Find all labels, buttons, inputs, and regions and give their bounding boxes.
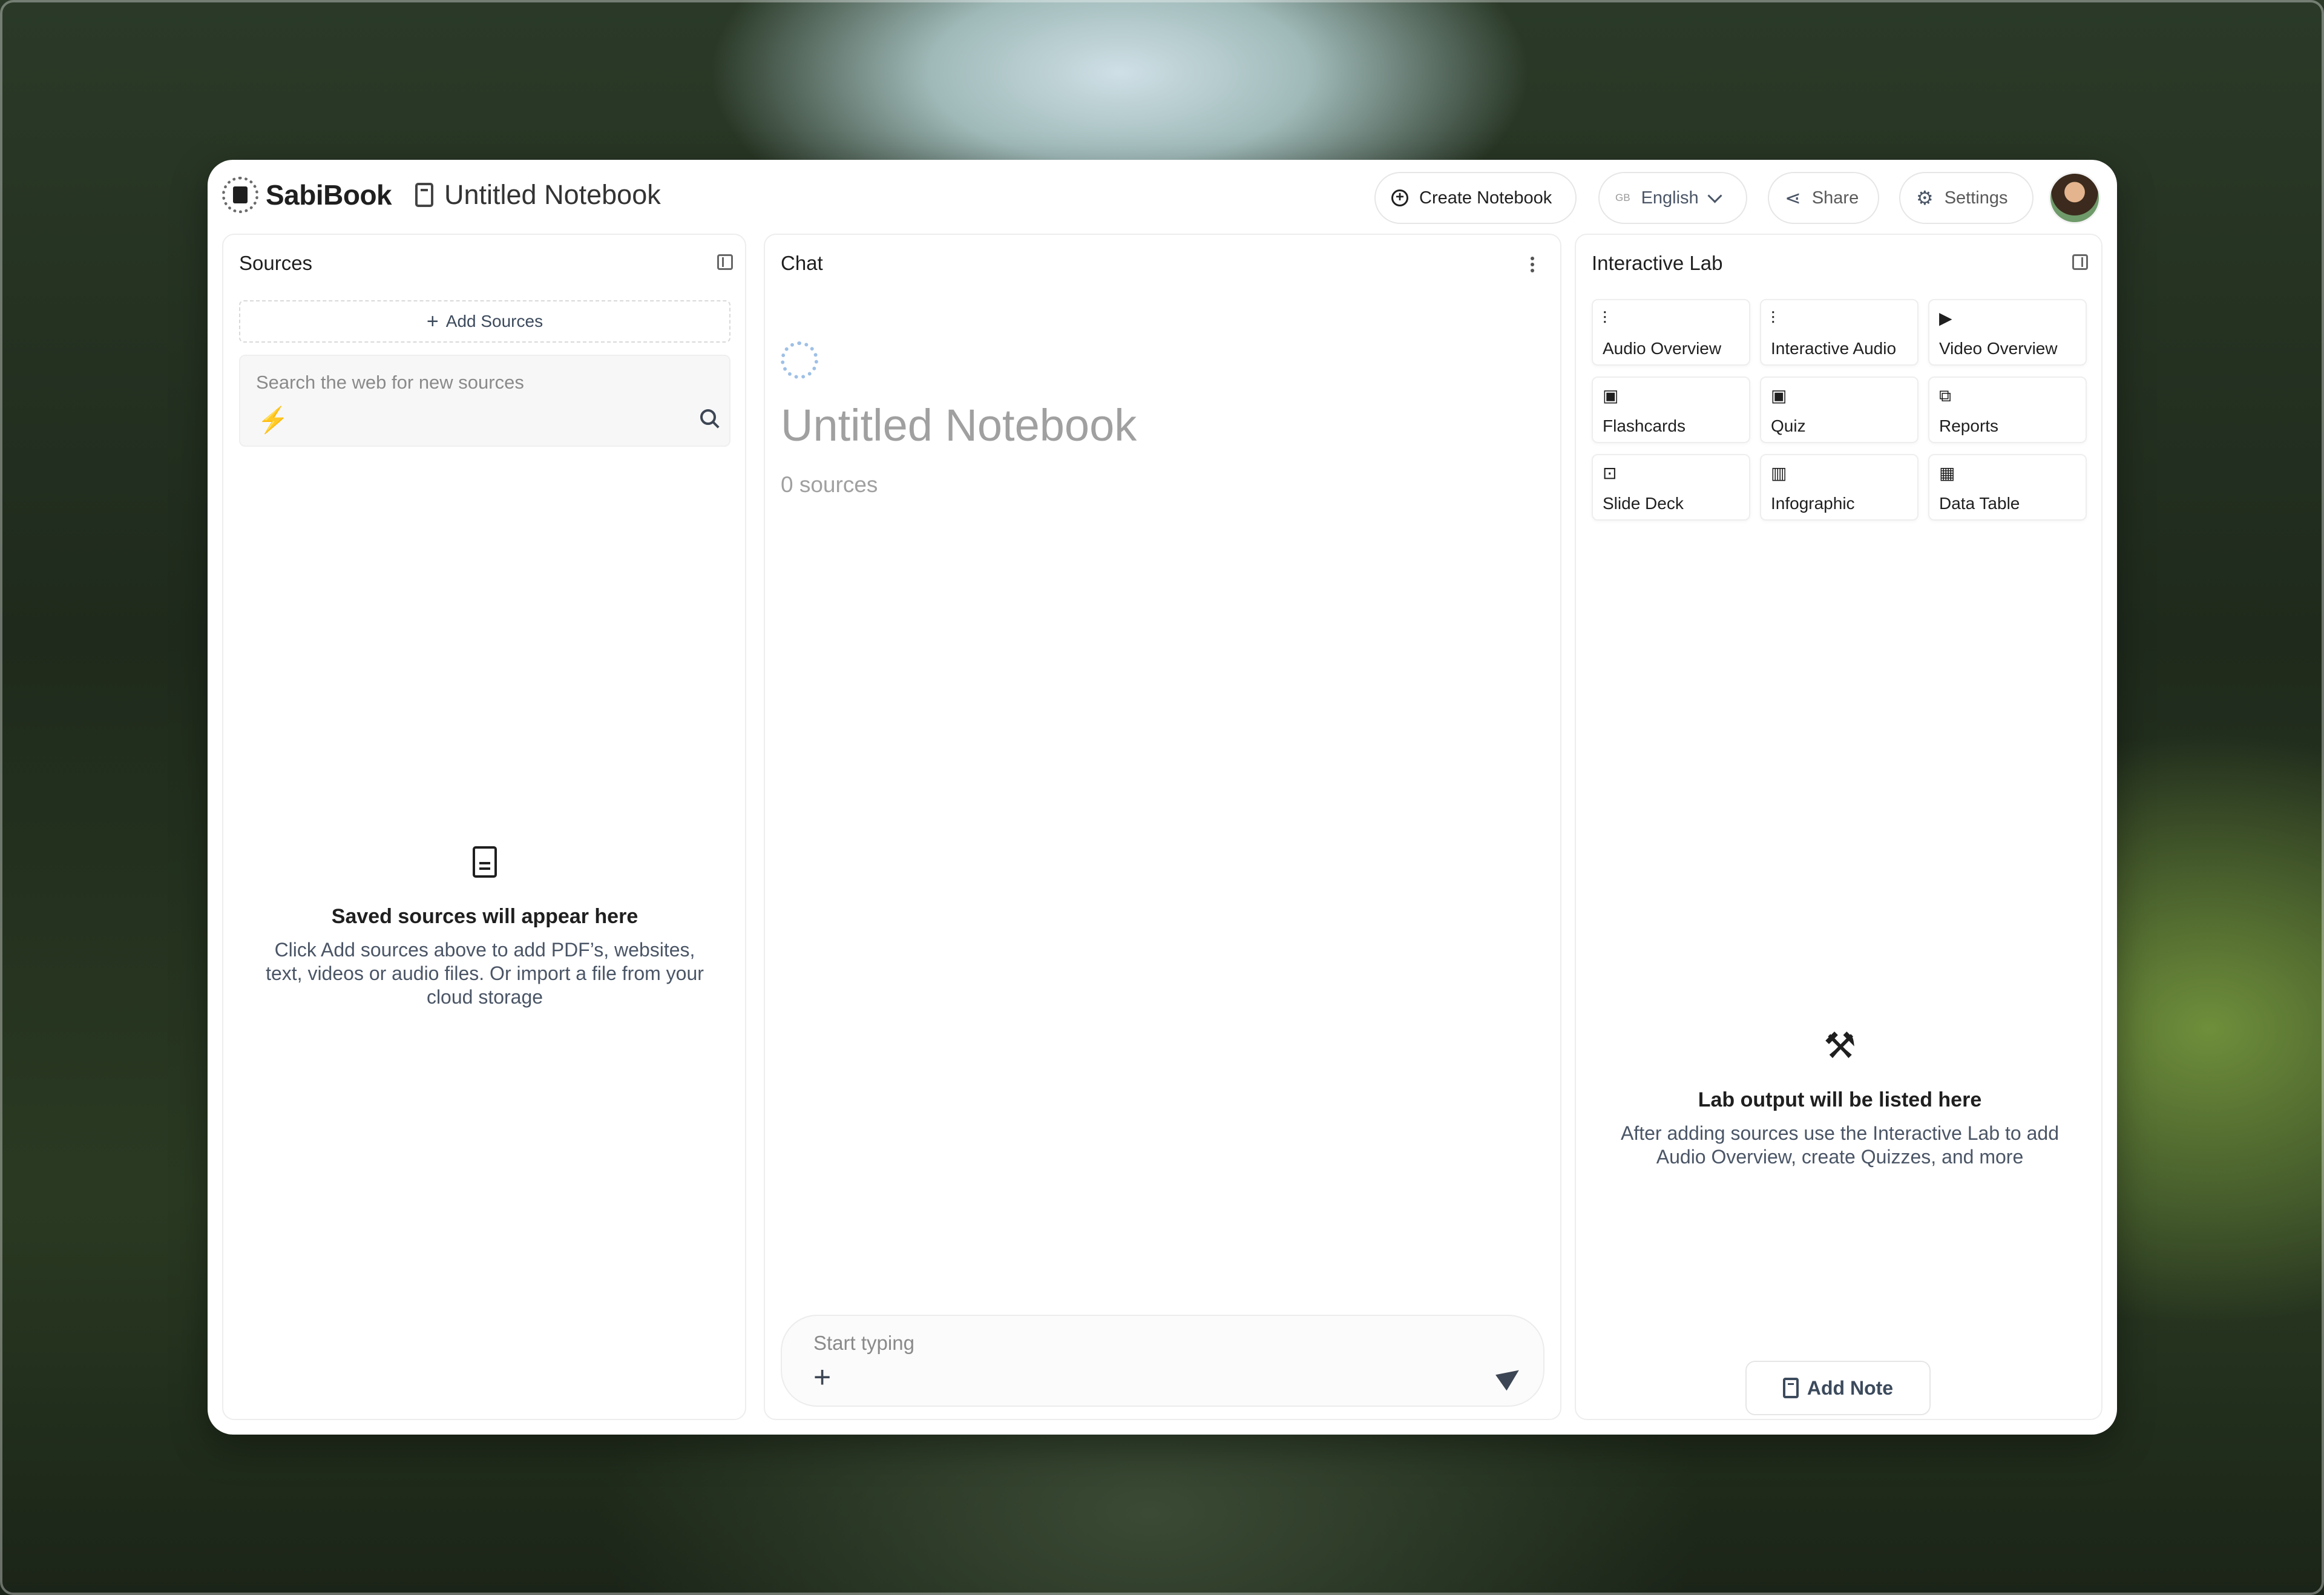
- collapse-lab-icon[interactable]: [2072, 254, 2088, 270]
- bolt-icon[interactable]: ⚡: [257, 406, 289, 435]
- send-icon[interactable]: [1495, 1362, 1525, 1391]
- create-notebook-button[interactable]: + Create Notebook: [1374, 172, 1577, 224]
- lab-data-table[interactable]: ▦ Data Table: [1928, 454, 2087, 521]
- avatar[interactable]: [2049, 172, 2101, 224]
- lab-audio-overview[interactable]: ⫶ Audio Overview: [1592, 299, 1750, 366]
- language-select[interactable]: GB English: [1598, 172, 1747, 224]
- lab-empty-state: ⚒ Lab output will be listed here After a…: [1592, 1028, 2088, 1169]
- search-icon[interactable]: [700, 409, 716, 425]
- add-note-button[interactable]: Add Note: [1745, 1361, 1931, 1415]
- lab-item-label: Quiz: [1771, 416, 1806, 435]
- web-search-box[interactable]: Search the web for new sources ⚡: [239, 355, 730, 447]
- create-notebook-label: Create Notebook: [1419, 188, 1552, 208]
- lab-quiz[interactable]: ▣ Quiz: [1760, 377, 1919, 443]
- notebook-title[interactable]: Untitled Notebook: [415, 179, 661, 211]
- lab-item-label: Infographic: [1771, 494, 1855, 513]
- collapse-sources-icon[interactable]: [717, 254, 733, 270]
- lab-flashcards[interactable]: ▣ Flashcards: [1592, 377, 1750, 443]
- chat-input-box[interactable]: Start typing +: [781, 1315, 1544, 1407]
- add-sources-button[interactable]: + Add Sources: [239, 300, 730, 343]
- lab-infographic[interactable]: ▥ Infographic: [1760, 454, 1919, 521]
- loading-spinner-icon: [781, 341, 818, 379]
- sources-title: Sources: [239, 252, 313, 274]
- share-button[interactable]: ⋖ Share: [1768, 172, 1879, 224]
- lab-slide-deck[interactable]: ⊡ Slide Deck: [1592, 454, 1750, 521]
- add-sources-label: Add Sources: [445, 312, 543, 331]
- chat-notebook-title: Untitled Notebook: [781, 400, 1137, 450]
- lab-item-label: Interactive Audio: [1771, 339, 1897, 358]
- web-search-input[interactable]: Search the web for new sources: [256, 372, 524, 393]
- plus-circle-icon: +: [1391, 189, 1408, 206]
- lab-item-label: Reports: [1939, 416, 1999, 435]
- infographic-icon: ▥: [1771, 464, 1787, 482]
- video-icon: ▶: [1939, 309, 1952, 327]
- lab-interactive-audio[interactable]: ⫶ Interactive Audio: [1760, 299, 1919, 366]
- share-label: Share: [1811, 188, 1859, 208]
- flashcards-icon: ▣: [1603, 386, 1619, 405]
- slide-deck-icon: ⊡: [1603, 464, 1617, 482]
- reports-icon: ⧉: [1939, 386, 1951, 405]
- attach-plus-icon[interactable]: +: [813, 1362, 831, 1392]
- chat-panel: Chat Untitled Notebook 0 sources Start t…: [764, 234, 1561, 1420]
- add-note-label: Add Note: [1807, 1376, 1894, 1399]
- app-window: SabiBook Untitled Notebook + Create Note…: [208, 160, 2117, 1435]
- tools-icon: ⚒: [1823, 1025, 1856, 1066]
- lab-video-overview[interactable]: ▶ Video Overview: [1928, 299, 2087, 366]
- brand-name: SabiBook: [266, 179, 392, 211]
- source-count: 0 sources: [781, 472, 878, 497]
- chat-title: Chat: [781, 252, 823, 274]
- sources-empty-desc-1: Click Add sources above to add PDF’s, we…: [274, 939, 695, 961]
- settings-button[interactable]: ⚙ Settings: [1899, 172, 2034, 224]
- plus-icon: +: [426, 309, 439, 333]
- document-icon: [473, 846, 497, 878]
- lab-empty-desc-2: Audio Overview, create Quizzes, and more: [1656, 1146, 2024, 1168]
- lab-empty-desc-1: After adding sources use the Interactive…: [1620, 1122, 2059, 1144]
- brand-logo-icon: [222, 177, 258, 213]
- lab-panel: Interactive Lab ⫶ Audio Overview ⫶ Inter…: [1575, 234, 2102, 1420]
- sources-panel: Sources + Add Sources Search the web for…: [222, 234, 746, 1420]
- more-options-icon[interactable]: [1531, 257, 1534, 260]
- sources-empty-desc-2: text, videos or audio files. Or import a…: [266, 962, 704, 984]
- chat-input[interactable]: Start typing: [813, 1332, 914, 1355]
- lab-grid: ⫶ Audio Overview ⫶ Interactive Audio ▶ V…: [1592, 299, 2087, 521]
- interactive-audio-icon: ⫶: [1771, 309, 1776, 327]
- share-icon: ⋖: [1785, 187, 1801, 209]
- sources-empty-desc-3: cloud storage: [426, 986, 543, 1008]
- note-icon: [1782, 1378, 1799, 1398]
- lab-item-label: Slide Deck: [1603, 494, 1684, 513]
- lab-title: Interactive Lab: [1592, 252, 1723, 274]
- lab-reports[interactable]: ⧉ Reports: [1928, 377, 2087, 443]
- flag-label: GB: [1615, 192, 1630, 203]
- notebook-title-text: Untitled Notebook: [444, 179, 661, 210]
- sources-empty-state: Saved sources will appear here Click Add…: [239, 846, 730, 1009]
- notebook-icon: [415, 183, 433, 207]
- data-table-icon: ▦: [1939, 464, 1955, 482]
- lab-item-label: Data Table: [1939, 494, 2020, 513]
- lab-empty-title: Lab output will be listed here: [1698, 1088, 1982, 1111]
- quiz-icon: ▣: [1771, 386, 1787, 405]
- lab-item-label: Audio Overview: [1603, 339, 1722, 358]
- brand[interactable]: SabiBook: [222, 177, 392, 213]
- chevron-down-icon: [1707, 188, 1722, 203]
- sources-empty-title: Saved sources will appear here: [331, 905, 638, 928]
- language-label: English: [1641, 188, 1699, 208]
- gear-icon: ⚙: [1916, 187, 1934, 209]
- lab-item-label: Video Overview: [1939, 339, 2058, 358]
- settings-label: Settings: [1944, 188, 2008, 208]
- lab-item-label: Flashcards: [1603, 416, 1686, 435]
- audio-wave-icon: ⫶: [1603, 309, 1607, 327]
